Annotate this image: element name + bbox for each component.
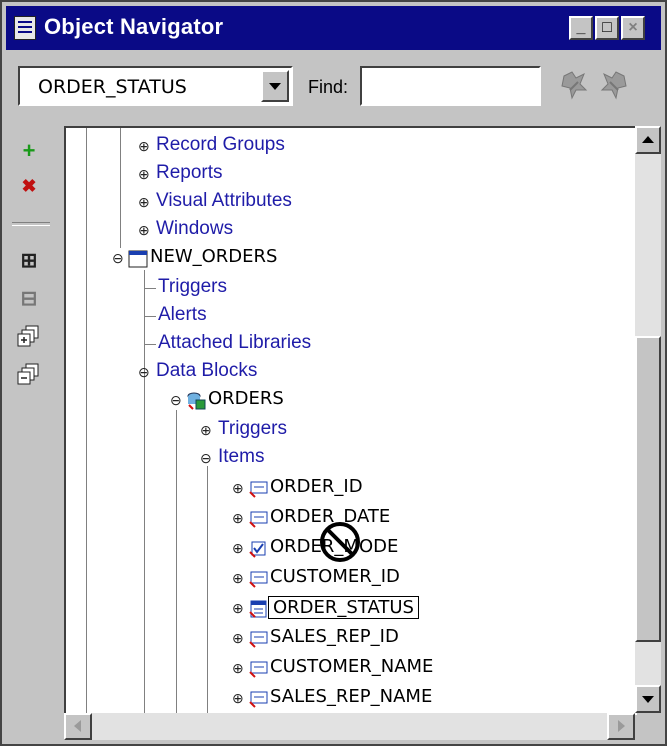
scroll-down-button[interactable]	[635, 685, 661, 713]
no-drop-cursor-icon	[320, 522, 360, 562]
context-combo[interactable]: ORDER_STATUS	[18, 66, 293, 106]
tree-connector-line	[144, 270, 145, 715]
tree-connector-line	[207, 466, 208, 715]
checkbox-item-icon	[249, 541, 266, 558]
expand-node-icon[interactable]: ⊕	[138, 167, 152, 181]
expand-node-icon[interactable]: ⊕	[232, 661, 246, 675]
search-forward-icon[interactable]	[558, 68, 590, 102]
expand-node-icon[interactable]: ⊕	[232, 571, 246, 585]
expand-node-icon[interactable]: ⊕	[232, 691, 246, 705]
module-icon	[128, 250, 148, 268]
delete-icon[interactable]: ✖	[16, 176, 42, 202]
tree-connector-line	[86, 128, 87, 715]
tree-connector-line	[144, 316, 156, 317]
window-title: Object Navigator	[44, 14, 224, 39]
expand-node-icon[interactable]: ⊕	[232, 481, 246, 495]
scroll-up-button[interactable]	[635, 126, 661, 154]
expand-node-icon[interactable]: ⊕	[138, 139, 152, 153]
navigator-toolbar: ORDER_STATUS Find:	[6, 54, 661, 118]
arrow-left-icon	[74, 720, 81, 732]
scroll-left-button[interactable]	[64, 713, 92, 740]
expand-node-icon[interactable]: ⊕	[232, 541, 246, 555]
expand-node-icon[interactable]: ⊕	[138, 223, 152, 237]
selected-node-label: ORDER_STATUS	[268, 596, 419, 619]
arrow-down-icon	[642, 696, 654, 703]
search-backward-icon[interactable]	[598, 68, 630, 102]
object-tree[interactable]: ⊕ Record Groups ⊕ Reports ⊕ Visual Attri…	[64, 126, 637, 715]
tree-connector-line	[144, 344, 156, 345]
horizontal-scrollbar[interactable]	[64, 713, 635, 740]
collapse-node-icon[interactable]: ⊖	[170, 393, 184, 407]
close-button[interactable]: ×	[621, 16, 645, 40]
text-item-icon	[249, 481, 268, 498]
collapse-node-icon[interactable]: ⊖	[112, 251, 126, 265]
list-item-icon	[249, 600, 267, 618]
expand-node-icon[interactable]: ⊕	[232, 631, 246, 645]
expand-node-icon[interactable]: ⊕	[138, 195, 152, 209]
object-navigator-window: Object Navigator _ □ × ORDER_STATUS Find…	[0, 0, 667, 746]
expand-node-icon[interactable]: ⊕	[200, 423, 214, 437]
vertical-scrollbar[interactable]	[635, 126, 661, 713]
expand-all-icon[interactable]	[16, 324, 42, 350]
tree-connector-line	[176, 410, 177, 715]
collapse-all-icon[interactable]	[16, 362, 42, 388]
side-toolbar: + ✖ ⊞ ⊟	[6, 122, 56, 740]
minimize-button[interactable]: _	[569, 16, 593, 40]
expand-node-icon[interactable]: ⊕	[232, 511, 246, 525]
collapse-icon[interactable]: ⊟	[16, 286, 42, 312]
text-item-icon	[249, 511, 268, 528]
text-item-icon	[249, 571, 268, 588]
vertical-scroll-thumb[interactable]	[635, 336, 661, 642]
collapse-node-icon[interactable]: ⊖	[138, 365, 152, 379]
arrow-right-icon	[618, 720, 625, 732]
text-item-icon	[249, 691, 268, 708]
find-input[interactable]	[360, 66, 541, 106]
tree-connector-line	[144, 288, 156, 289]
create-icon[interactable]: +	[16, 138, 42, 164]
data-block-icon	[187, 392, 206, 410]
toolbar-divider	[12, 222, 50, 226]
collapse-node-icon[interactable]: ⊖	[200, 451, 214, 465]
expand-icon[interactable]: ⊞	[16, 248, 42, 274]
arrow-up-icon	[642, 136, 654, 143]
context-combo-value: ORDER_STATUS	[38, 76, 187, 98]
expand-node-icon[interactable]: ⊕	[232, 601, 246, 615]
tree-connector-line	[120, 128, 121, 248]
text-item-icon	[249, 631, 268, 648]
chevron-down-icon[interactable]	[261, 70, 289, 102]
maximize-button[interactable]: □	[595, 16, 619, 40]
navigator-app-icon	[14, 16, 36, 40]
find-label: Find:	[308, 77, 349, 97]
title-bar[interactable]: Object Navigator _ □ ×	[6, 6, 661, 50]
text-item-icon	[249, 661, 268, 678]
scroll-right-button[interactable]	[607, 713, 635, 740]
